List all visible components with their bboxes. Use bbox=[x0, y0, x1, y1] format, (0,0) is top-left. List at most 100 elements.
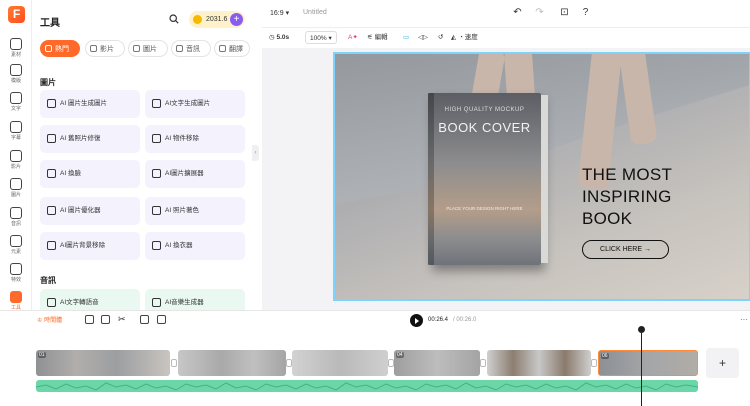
current-time: 00:26.4 bbox=[428, 317, 449, 323]
rail-item-media[interactable]: 素材 bbox=[0, 36, 32, 60]
tool-tabs: 熱門 影片 圖片 音訊 翻譯 bbox=[40, 40, 250, 58]
project-title-input[interactable]: Untitled bbox=[303, 9, 327, 16]
trim-icon[interactable] bbox=[101, 315, 110, 324]
aspect-ratio-select[interactable]: 16:9 ▾ bbox=[270, 9, 289, 17]
scissors-icon[interactable]: ✂ bbox=[118, 315, 127, 324]
tools-icon bbox=[10, 291, 22, 303]
tab-translate[interactable]: 翻譯 bbox=[214, 40, 250, 57]
audio-track[interactable] bbox=[36, 380, 698, 392]
tool-ai-background-remove[interactable]: AI圖片背景移除 bbox=[40, 232, 140, 260]
media-icon bbox=[10, 38, 22, 50]
speed-button[interactable]: ◔ 速度 bbox=[459, 31, 478, 44]
text-to-speech-icon bbox=[47, 298, 56, 307]
book-pages bbox=[541, 95, 548, 263]
rotate-icon[interactable]: ↺ bbox=[438, 31, 443, 44]
preview-canvas[interactable]: HIGH QUALITY MOCKUP BOOK COVER PLACE YOU… bbox=[333, 52, 750, 301]
app-root: F 素材 模版 文字 字幕 影片 圖片 音訊 元素 特效 工具 工具 2031.… bbox=[0, 0, 750, 406]
tool-ai-outfit-change[interactable]: AI 換衣器 bbox=[145, 232, 245, 260]
book-footer-text: PLACE YOUR DESIGN RIGHT HERE bbox=[446, 206, 523, 211]
rail-item-image[interactable]: 圖片 bbox=[0, 176, 32, 200]
panel-title: 工具 bbox=[40, 18, 60, 29]
rail-item-text[interactable]: 文字 bbox=[0, 90, 32, 114]
split-icon[interactable] bbox=[85, 315, 94, 324]
audio-waveform bbox=[36, 382, 698, 391]
tool-ai-colorize[interactable]: AI 照片著色 bbox=[145, 197, 245, 225]
redo-icon[interactable]: ↷ bbox=[534, 7, 545, 18]
timeline-clip[interactable] bbox=[292, 350, 388, 376]
tool-ai-image-to-image[interactable]: AI 圖片生成圖片 bbox=[40, 90, 140, 118]
edit-button[interactable]: ⚟ 編輯 bbox=[367, 31, 388, 44]
rail-item-audio[interactable]: 音訊 bbox=[0, 205, 32, 229]
magic-wand-icon bbox=[47, 134, 56, 143]
coin-icon bbox=[193, 15, 202, 24]
book-mockup: HIGH QUALITY MOCKUP BOOK COVER PLACE YOU… bbox=[428, 93, 548, 265]
headline-text: THE MOST INSPIRING BOOK bbox=[582, 165, 673, 228]
rail-item-effects[interactable]: 特效 bbox=[0, 261, 32, 285]
music-icon bbox=[152, 298, 161, 307]
chevron-down-icon: ▾ bbox=[328, 35, 332, 42]
book-title: BOOK COVER bbox=[438, 120, 531, 135]
timeline-clip-selected[interactable]: 06 bbox=[598, 350, 698, 376]
tab-video[interactable]: 影片 bbox=[85, 40, 125, 57]
rail-item-template[interactable]: 模版 bbox=[0, 62, 32, 86]
background-remove-icon bbox=[47, 241, 56, 250]
undo-icon[interactable]: ↶ bbox=[512, 7, 523, 18]
history-button[interactable]: ♔ 時間體 bbox=[37, 316, 62, 326]
playhead[interactable] bbox=[641, 328, 642, 406]
transition-icon[interactable] bbox=[480, 359, 486, 367]
rail-item-subtitle[interactable]: 字幕 bbox=[0, 119, 32, 143]
image-icon bbox=[10, 178, 22, 190]
face-swap-icon bbox=[47, 169, 56, 178]
flip-icon[interactable]: ◁▷ bbox=[418, 31, 428, 44]
add-credits-button[interactable]: + bbox=[230, 13, 243, 26]
transition-icon[interactable] bbox=[591, 359, 597, 367]
tab-image[interactable]: 圖片 bbox=[128, 40, 168, 57]
more-icon[interactable]: ··· bbox=[740, 315, 748, 324]
fire-icon bbox=[45, 45, 52, 52]
copy-icon[interactable] bbox=[140, 315, 149, 324]
add-clip-button[interactable]: + bbox=[706, 348, 739, 378]
tool-ai-photo-restore[interactable]: AI 舊照片修復 bbox=[40, 125, 140, 153]
search-icon[interactable] bbox=[169, 14, 179, 24]
screenshot-icon[interactable]: ⊡ bbox=[559, 7, 570, 18]
collapse-panel-button[interactable]: ‹ bbox=[252, 145, 259, 161]
effects-icon bbox=[10, 263, 22, 275]
tool-ai-object-remove[interactable]: AI 物件移除 bbox=[145, 125, 245, 153]
rail-item-elements[interactable]: 元素 bbox=[0, 233, 32, 257]
chevron-down-icon: ▾ bbox=[285, 10, 290, 17]
total-time: / 00:26.0 bbox=[453, 317, 477, 323]
timeline-clip[interactable]: 01 bbox=[36, 350, 170, 376]
expand-icon bbox=[152, 169, 161, 178]
zoom-select[interactable]: 100% ▾ bbox=[305, 31, 337, 44]
template-icon bbox=[10, 64, 22, 76]
timeline-clip[interactable] bbox=[178, 350, 286, 376]
tool-ai-image-expand[interactable]: AI圖片擴展器 bbox=[145, 160, 245, 188]
cta-text: CLICK HERE → bbox=[582, 240, 669, 259]
rail-item-video[interactable]: 影片 bbox=[0, 148, 32, 172]
crop-icon[interactable]: ▭ bbox=[403, 31, 409, 44]
credits-badge[interactable]: 2031.6 + bbox=[189, 11, 245, 28]
tool-ai-music-generator[interactable]: AI音樂生成器 bbox=[145, 289, 245, 310]
book-subtitle: HIGH QUALITY MOCKUP bbox=[444, 107, 525, 113]
help-icon[interactable]: ? bbox=[580, 7, 591, 18]
elements-icon bbox=[10, 235, 22, 247]
text-to-image-icon bbox=[152, 99, 161, 108]
tool-ai-text-to-speech[interactable]: AI文字轉語音 bbox=[40, 289, 140, 310]
timeline-clip[interactable]: 04 bbox=[394, 350, 480, 376]
play-button[interactable] bbox=[410, 314, 423, 327]
playhead-handle[interactable] bbox=[638, 326, 645, 333]
duration-control[interactable]: ◷ 5.0s bbox=[269, 31, 289, 44]
timeline-clip[interactable] bbox=[487, 350, 591, 376]
tab-popular[interactable]: 熱門 bbox=[40, 40, 80, 57]
tool-ai-face-swap[interactable]: AI 換臉 bbox=[40, 160, 140, 188]
tab-audio[interactable]: 音訊 bbox=[171, 40, 211, 57]
tool-ai-image-enhance[interactable]: AI 圖片優化器 bbox=[40, 197, 140, 225]
mirror-icon[interactable]: ◭ bbox=[451, 31, 456, 44]
transition-icon[interactable] bbox=[171, 359, 177, 367]
video-icon bbox=[90, 45, 97, 52]
ai-magic-icon[interactable]: A✦ bbox=[348, 31, 358, 44]
section-title-audio: 音訊 bbox=[40, 276, 56, 285]
delete-icon[interactable] bbox=[157, 315, 166, 324]
speed-icon: ◔ bbox=[459, 34, 463, 41]
tool-ai-text-to-image[interactable]: AI文字生成圖片 bbox=[145, 90, 245, 118]
